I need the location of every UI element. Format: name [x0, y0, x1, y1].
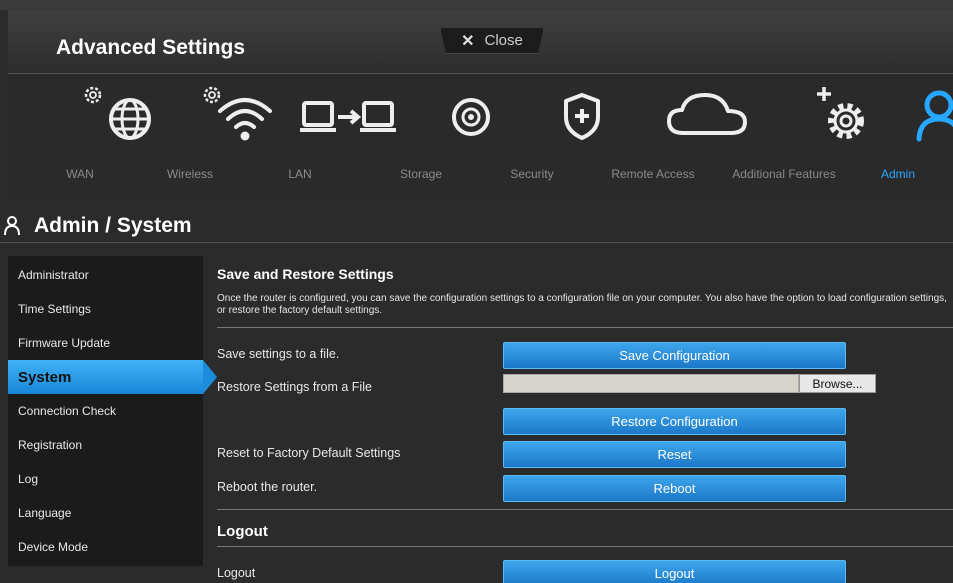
sidebar: Administrator Time Settings Firmware Upd…	[8, 256, 217, 566]
active-indicator-arrow	[203, 360, 217, 394]
reset-button[interactable]: Reset	[503, 441, 846, 468]
reboot-label: Reboot the router.	[217, 480, 318, 494]
nav-label-wireless: Wireless	[166, 167, 213, 181]
restore-configuration-button[interactable]: Restore Configuration	[503, 408, 846, 435]
sidebar-item-firmware-update[interactable]: Firmware Update	[8, 326, 203, 360]
reset-factory-label: Reset to Factory Default Settings	[217, 446, 401, 460]
nav-label-storage: Storage	[399, 167, 443, 181]
nav-label-security: Security	[510, 167, 554, 181]
nav-wan[interactable]: WAN	[30, 75, 151, 195]
sidebar-item-log[interactable]: Log	[8, 462, 203, 496]
sidebar-item-connection-check[interactable]: Connection Check	[8, 394, 203, 428]
sidebar-item-label: System	[18, 368, 72, 386]
save-settings-label: Save settings to a file.	[217, 347, 340, 361]
nav-label-admin: Admin	[880, 167, 915, 181]
restore-file-field[interactable]	[503, 374, 799, 393]
close-button[interactable]: ✕ Close	[440, 28, 544, 54]
sidebar-item-time-settings[interactable]: Time Settings	[8, 292, 203, 326]
nav-additional-features[interactable]: Additional Features	[724, 75, 864, 195]
main-content: Save and Restore Settings Once the route…	[217, 256, 953, 583]
category-nav: WAN Wireless LAN Storage Security Remote…	[8, 75, 953, 195]
logout-button[interactable]: Logout	[503, 560, 846, 583]
sidebar-item-language[interactable]: Language	[8, 496, 203, 530]
page-title: Admin / System	[0, 208, 192, 244]
nav-admin[interactable]: Admin	[858, 75, 953, 195]
divider	[0, 242, 953, 243]
logout-label: Logout	[217, 566, 256, 580]
nav-security[interactable]: Security	[482, 75, 600, 195]
section-title-save-restore: Save and Restore Settings	[217, 266, 394, 282]
browse-button[interactable]: Browse...	[799, 374, 876, 393]
sidebar-item-registration[interactable]: Registration	[8, 428, 203, 462]
nav-label-additional-features: Additional Features	[732, 167, 836, 181]
nav-remote-access[interactable]: Remote Access	[598, 75, 747, 195]
divider	[217, 546, 953, 547]
reboot-button[interactable]: Reboot	[503, 475, 846, 502]
section-description: Once the router is configured, you can s…	[217, 293, 947, 316]
nav-label-wan: WAN	[66, 167, 94, 181]
close-label: Close	[484, 32, 523, 49]
user-icon	[4, 216, 20, 236]
header-bar: Advanced Settings ✕ Close	[8, 10, 953, 74]
nav-label-remote-access: Remote Access	[611, 167, 695, 181]
restore-settings-label: Restore Settings from a File	[217, 380, 372, 394]
nav-label-lan: LAN	[288, 167, 312, 181]
save-configuration-button[interactable]: Save Configuration	[503, 342, 846, 369]
sidebar-item-administrator[interactable]: Administrator	[8, 258, 203, 292]
divider	[217, 509, 953, 510]
nav-lan[interactable]: LAN	[250, 75, 396, 195]
sidebar-item-device-mode[interactable]: Device Mode	[8, 530, 203, 564]
page-title-text: Admin / System	[34, 214, 192, 237]
close-icon: ✕	[461, 32, 475, 50]
divider	[217, 327, 953, 328]
header-title: Advanced Settings	[56, 36, 246, 59]
section-title-logout: Logout	[217, 523, 268, 540]
nav-storage[interactable]: Storage	[371, 75, 490, 195]
user-icon	[916, 90, 953, 142]
nav-wireless[interactable]: Wireless	[140, 75, 272, 195]
top-strip	[0, 0, 953, 10]
sidebar-item-system[interactable]: System	[8, 360, 217, 394]
